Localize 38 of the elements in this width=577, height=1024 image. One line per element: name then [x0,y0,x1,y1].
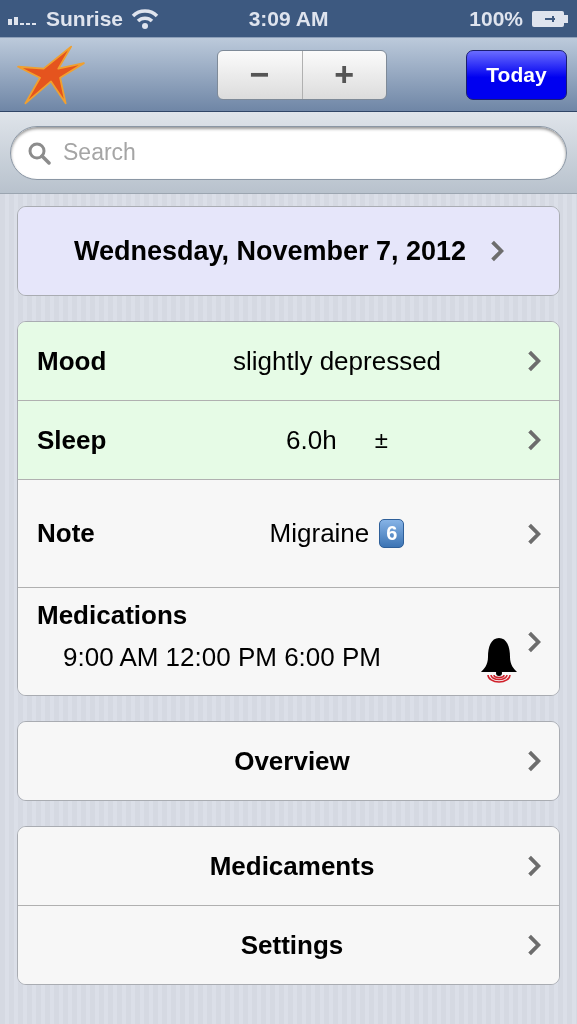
chevron-icon [527,855,541,877]
row-label: Note [37,518,96,549]
row-label: Sleep [37,424,108,456]
minus-button[interactable]: − [218,50,302,99]
chevron-icon [527,522,541,545]
date-title: Wednesday, November 7, 2012 [73,235,467,267]
chevron-icon [527,630,541,653]
medication-times: 9:00 AM 12:00 PM 6:00 PM [63,642,381,674]
wifi-icon [131,7,160,30]
battery-icon [531,9,569,28]
row-title: Medicaments [208,850,376,882]
zoom-segmented-control[interactable]: − + [217,49,387,100]
table-row[interactable]: Sleep 6.0h ± [18,400,559,479]
chevron-icon [527,429,541,451]
table-row[interactable]: Wednesday, November 7, 2012 [18,207,559,295]
plus-button[interactable]: + [301,50,386,99]
table-row[interactable]: Medications 9:00 AM 12:00 PM 6:00 PM [18,587,559,695]
count-badge: 6 [379,519,405,548]
plus-minus-text: ± [374,426,388,454]
chevron-icon [527,350,541,372]
table-row[interactable]: Mood slightly depressed [18,322,559,400]
row-label: Mood [37,345,108,377]
row-value: slightly depressed [232,345,442,377]
table-row[interactable]: Overview [18,722,559,800]
carrier-name: Sunrise [46,6,124,31]
clock-time: 3:09 AM [248,6,329,31]
battery-percent: 100% [469,6,523,31]
row-label: Medications [37,600,189,631]
row-value: Migraine [269,518,370,549]
today-button[interactable]: Today [466,49,567,100]
table-row[interactable]: Settings [18,905,559,984]
chevron-icon [527,934,541,956]
row-value: 6.0h [286,424,337,456]
row-title: Settings [239,929,345,961]
chevron-icon [490,240,505,262]
search-field[interactable]: Search [10,125,567,180]
chevron-icon [527,750,541,772]
row-title: Overview [233,745,351,777]
